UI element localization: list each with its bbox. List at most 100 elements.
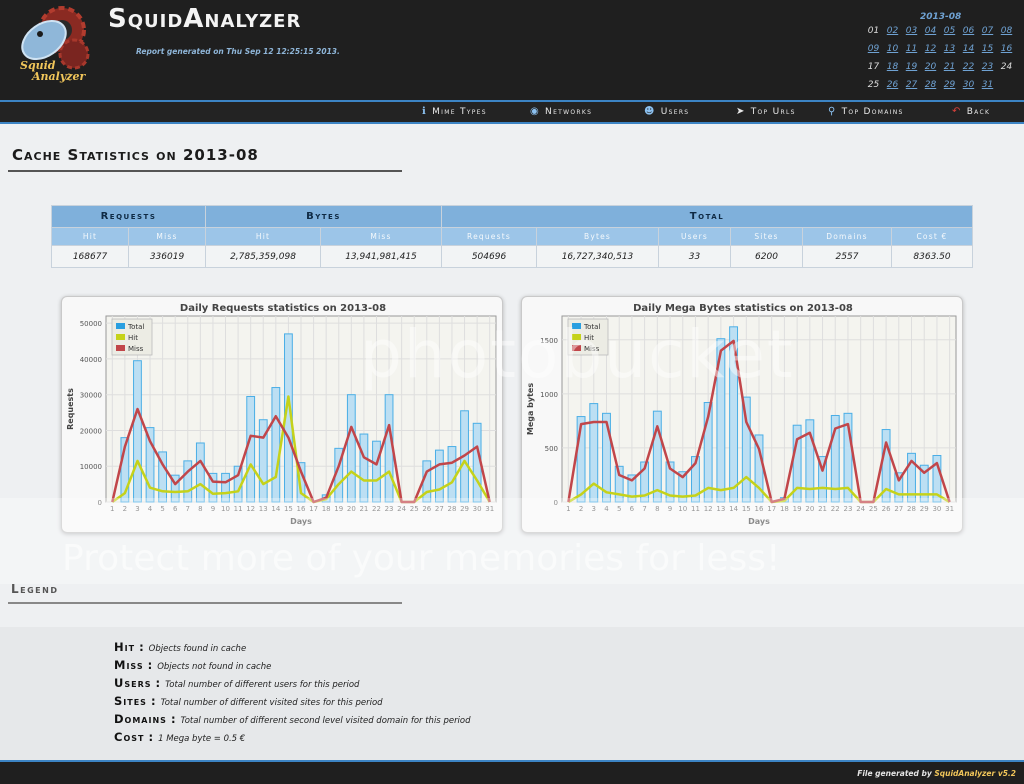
app-header: Squid Analyzer SquidAnalyzer Report gene…: [0, 0, 1024, 100]
calendar-day-17: 17: [867, 62, 880, 72]
watermark-text: photobucket: [360, 316, 795, 393]
calendar-day-03[interactable]: 03: [902, 26, 921, 44]
calendar-day-07[interactable]: 07: [978, 26, 997, 44]
calendar: 01 02 03 04 05 06 07 08 09 10 11 12 13 14 15 16 17 18 19 20…: [864, 26, 1016, 98]
calendar-day-04[interactable]: 04: [921, 26, 940, 44]
bar-total: [133, 360, 142, 503]
calendar-row: 09 10 11 12 13 14 15 16: [864, 44, 1016, 62]
legend-swatch-miss: [116, 345, 125, 351]
bar-total: [434, 449, 444, 503]
calendar-day-31[interactable]: 31: [978, 80, 997, 98]
calendar-day-09[interactable]: 09: [864, 44, 883, 62]
legend-desc: Total number of different visited sites …: [160, 698, 383, 708]
calendar-day-16[interactable]: 16: [997, 44, 1016, 62]
legend-term: Miss: [114, 658, 144, 672]
bar-total: [246, 395, 256, 503]
legend-item: Miss: Objects not found in cache: [114, 658, 272, 672]
calendar-day-11[interactable]: 11: [902, 44, 921, 62]
legend-heading: Legend: [11, 582, 59, 596]
cell-total-requests: 504696: [441, 245, 537, 268]
calendar-empty: [997, 80, 1016, 98]
page-title: Cache Statistics on 2013-08: [12, 146, 259, 164]
calendar-title[interactable]: 2013-08: [920, 12, 961, 22]
calendar-day-29[interactable]: 29: [940, 80, 959, 98]
legend-label-miss: Miss: [128, 345, 144, 353]
calendar-day-13[interactable]: 13: [940, 44, 959, 62]
footer-credit: File generated by SquidAnalyzer v5.2: [857, 769, 1016, 778]
calendar-day-18[interactable]: 18: [883, 62, 902, 80]
cell-miss-requests: 336019: [128, 245, 206, 268]
calendar-day-23[interactable]: 23: [978, 62, 997, 80]
calendar-day-12[interactable]: 12: [921, 44, 940, 62]
group-header-requests: Requests: [51, 205, 206, 228]
calendar-day-28[interactable]: 28: [921, 80, 940, 98]
y-tick-label: 20000: [80, 427, 102, 435]
calendar-day-30[interactable]: 30: [959, 80, 978, 98]
watermark-tagline: Protect more of your memories for less!: [62, 538, 781, 579]
nav-users[interactable]: ☻ Users: [644, 106, 689, 117]
legend-item: Cost:1 Mega byte = 0.5 €: [114, 730, 246, 744]
calendar-day-21[interactable]: 21: [940, 62, 959, 80]
legend-swatch-hit: [116, 334, 125, 340]
calendar-day-14[interactable]: 14: [959, 44, 978, 62]
col-header: Domains: [802, 227, 892, 246]
calendar-day-01: 01: [867, 26, 880, 36]
legend-term: Hit: [114, 640, 136, 654]
calendar-day-26[interactable]: 26: [883, 80, 902, 98]
bar-total: [741, 396, 751, 503]
legend-term: Users: [114, 676, 152, 690]
calendar-day-22[interactable]: 22: [959, 62, 978, 80]
col-header: Cost €: [891, 227, 973, 246]
col-header: Hit: [205, 227, 321, 246]
col-header: Hit: [51, 227, 129, 246]
report-generated-text: Report generated on Thu Sep 12 12:25:15 …: [136, 47, 340, 56]
nav-mime-types[interactable]: ℹ Mime Types: [422, 106, 487, 117]
cell-users: 33: [658, 245, 731, 268]
y-tick-label: 10000: [80, 463, 102, 471]
nav-label: Mime Types: [432, 106, 487, 117]
domain-icon: ⚲: [828, 106, 837, 117]
legend-desc: Total number of different second level v…: [180, 716, 471, 726]
legend-list: Hit: Objects found in cache Miss: Objects …: [114, 640, 471, 748]
legend-term: Sites: [114, 694, 147, 708]
col-header: Requests: [441, 227, 537, 246]
nav-bar: ℹ Mime Types ◉ Networks ☻ Users ➤ Top Ur…: [0, 100, 1024, 124]
col-header: Bytes: [536, 227, 659, 246]
bar-total: [372, 440, 381, 503]
cell-hit-bytes: 2,785,359,098: [205, 245, 321, 268]
bar-total: [183, 460, 193, 503]
col-header: Users: [658, 227, 731, 246]
calendar-day-10[interactable]: 10: [883, 44, 902, 62]
back-arrow-icon: ↶: [952, 106, 962, 117]
calendar-day-15[interactable]: 15: [978, 44, 997, 62]
calendar-day-24: 24: [1000, 62, 1013, 72]
calendar-day-06[interactable]: 06: [959, 26, 978, 44]
y-tick-label: 50000: [80, 320, 102, 328]
nav-networks[interactable]: ◉ Networks: [530, 106, 592, 117]
info-icon: ℹ: [422, 106, 428, 117]
calendar-day-27[interactable]: 27: [902, 80, 921, 98]
legend-item: Sites: Total number of different visited …: [114, 694, 383, 708]
bar-total: [271, 387, 281, 503]
calendar-day-08[interactable]: 08: [997, 26, 1016, 44]
app-title[interactable]: SquidAnalyzer: [108, 4, 301, 34]
nav-label: Users: [660, 106, 690, 117]
calendar-day-20[interactable]: 20: [921, 62, 940, 80]
calendar-day-19[interactable]: 19: [902, 62, 921, 80]
group-header-bytes: Bytes: [205, 205, 442, 228]
cache-stats-table: Requests Bytes Total Hit Miss Hit Miss R…: [51, 205, 973, 268]
calendar-day-05[interactable]: 05: [940, 26, 959, 44]
calendar-day-02[interactable]: 02: [883, 26, 902, 44]
y-tick-label: 30000: [80, 392, 102, 400]
nav-top-domains[interactable]: ⚲ Top Domains: [828, 106, 904, 117]
group-header-total: Total: [441, 205, 973, 228]
cell-cost: 8363.50: [891, 245, 973, 268]
bar-total: [346, 394, 356, 503]
bar-total: [195, 442, 205, 503]
col-header: Sites: [730, 227, 803, 246]
nav-top-urls[interactable]: ➤ Top Urls: [736, 106, 796, 117]
footer: File generated by SquidAnalyzer v5.2: [0, 760, 1024, 784]
nav-back[interactable]: ↶ Back: [952, 106, 990, 117]
col-header: Miss: [128, 227, 206, 246]
footer-brand-link[interactable]: SquidAnalyzer v5.2: [934, 769, 1016, 778]
